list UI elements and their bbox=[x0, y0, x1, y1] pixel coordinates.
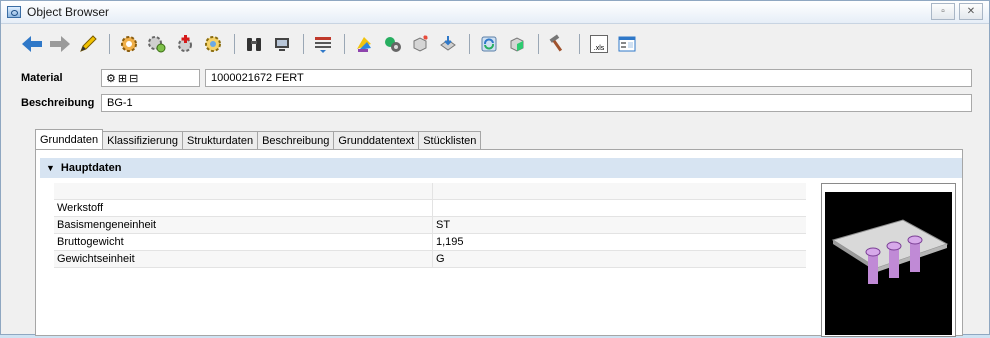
table-row[interactable]: Basismengeneinheit ST bbox=[54, 216, 806, 234]
close-button[interactable]: ✕ bbox=[959, 3, 983, 20]
toolbar-separator bbox=[303, 34, 304, 54]
material-label: Material bbox=[21, 72, 63, 84]
paint-button[interactable] bbox=[353, 33, 375, 55]
xls-export-button[interactable]: .xls bbox=[588, 33, 610, 55]
toolbar-separator bbox=[538, 34, 539, 54]
xls-label: .xls bbox=[593, 45, 605, 52]
binoculars-icon bbox=[247, 38, 261, 51]
tab-stuecklisten[interactable]: Stücklisten bbox=[418, 131, 482, 149]
object-browser-window: Object Browser ▫ ✕ .xls Material ⚙ ⊞ ⊟ 1… bbox=[0, 0, 990, 337]
property-value: ST bbox=[432, 216, 806, 234]
gear-add-icon bbox=[178, 35, 192, 52]
hammer-icon bbox=[549, 34, 563, 52]
toolbar-separator bbox=[234, 34, 235, 54]
monitor-button[interactable] bbox=[271, 33, 293, 55]
material-icon-field[interactable]: ⚙ ⊞ ⊟ bbox=[101, 69, 200, 87]
table-row[interactable]: Werkstoff bbox=[54, 199, 806, 217]
table-row[interactable] bbox=[54, 183, 806, 200]
grunddaten-panel: ▼ Hauptdaten Werkstoff Basismengeneinhei… bbox=[35, 149, 963, 337]
gear-icon bbox=[121, 36, 137, 52]
material-preview-image bbox=[821, 183, 956, 337]
toolbar-separator bbox=[579, 34, 580, 54]
edit-pencil-icon bbox=[80, 35, 97, 52]
property-value: 1,195 bbox=[432, 233, 806, 251]
download-button[interactable] bbox=[437, 33, 459, 55]
structure-icon: ⊞ bbox=[117, 72, 128, 85]
property-value bbox=[432, 199, 806, 217]
cube-button[interactable] bbox=[409, 33, 431, 55]
tools-icon bbox=[385, 37, 401, 52]
search-button[interactable] bbox=[243, 33, 265, 55]
beschreibung-label: Beschreibung bbox=[21, 97, 95, 109]
toolbar-separator bbox=[109, 34, 110, 54]
tab-klassifizierung[interactable]: Klassifizierung bbox=[102, 131, 184, 149]
hierarchy-icon: ⊟ bbox=[129, 72, 139, 85]
part-3d-render-icon bbox=[831, 219, 949, 284]
list-icon bbox=[315, 37, 331, 53]
gear-settings-button[interactable] bbox=[202, 33, 224, 55]
gears-button[interactable] bbox=[146, 33, 168, 55]
green-cube-button[interactable] bbox=[506, 33, 528, 55]
material-value-field[interactable]: 1000021672 FERT bbox=[205, 69, 972, 87]
property-name: Basismengeneinheit bbox=[54, 216, 433, 234]
gear-button[interactable] bbox=[118, 33, 140, 55]
window-title: Object Browser bbox=[27, 5, 110, 19]
property-name: Gewichtseinheit bbox=[54, 250, 433, 268]
property-name bbox=[54, 183, 433, 200]
tab-grunddaten[interactable]: Grunddaten bbox=[35, 129, 104, 149]
beschreibung-field[interactable]: BG-1 bbox=[101, 94, 972, 112]
list-button[interactable] bbox=[312, 33, 334, 55]
section-header-hauptdaten[interactable]: ▼ Hauptdaten bbox=[40, 158, 962, 178]
gear-settings-icon bbox=[205, 36, 221, 52]
report-icon bbox=[618, 36, 636, 52]
collapse-triangle-icon[interactable]: ▼ bbox=[46, 163, 55, 173]
gear-small-icon: ⚙ bbox=[106, 72, 116, 85]
preview-background bbox=[825, 192, 952, 335]
paint-icon bbox=[357, 37, 371, 52]
edit-button[interactable] bbox=[77, 33, 99, 55]
material-row: Material ⚙ ⊞ ⊟ 1000021672 FERT bbox=[21, 69, 972, 87]
restore-icon: ▫ bbox=[941, 6, 945, 17]
download-icon bbox=[440, 36, 456, 51]
cube-icon bbox=[413, 35, 428, 52]
property-value bbox=[432, 183, 806, 200]
hauptdaten-table: Werkstoff Basismengeneinheit ST Bruttoge… bbox=[54, 183, 806, 268]
toolbar-separator bbox=[344, 34, 345, 54]
tab-beschreibung[interactable]: Beschreibung bbox=[257, 131, 335, 149]
title-bar: Object Browser ▫ ✕ bbox=[1, 1, 989, 24]
table-row[interactable]: Gewichtseinheit G bbox=[54, 250, 806, 268]
monitor-icon bbox=[275, 38, 289, 51]
back-button[interactable] bbox=[21, 33, 43, 55]
refresh-icon bbox=[481, 36, 497, 52]
tab-bar: Grunddaten Klassifizierung Strukturdaten… bbox=[35, 129, 482, 149]
toolbar-separator bbox=[469, 34, 470, 54]
toolbar: .xls bbox=[21, 31, 644, 57]
refresh-button[interactable] bbox=[478, 33, 500, 55]
property-name: Bruttogewicht bbox=[54, 233, 433, 251]
green-cube-icon bbox=[510, 37, 524, 52]
gears-icon bbox=[148, 36, 166, 53]
table-row[interactable]: Bruttogewicht 1,195 bbox=[54, 233, 806, 251]
gear-add-button[interactable] bbox=[174, 33, 196, 55]
restore-button[interactable]: ▫ bbox=[931, 3, 955, 20]
property-value: G bbox=[432, 250, 806, 268]
back-arrow-icon bbox=[22, 36, 42, 52]
tab-grunddatentext[interactable]: Grunddatentext bbox=[333, 131, 420, 149]
object-browser-icon bbox=[7, 6, 21, 18]
close-icon: ✕ bbox=[966, 6, 976, 17]
report-button[interactable] bbox=[616, 33, 638, 55]
xls-export-icon: .xls bbox=[590, 35, 608, 53]
tab-strukturdaten[interactable]: Strukturdaten bbox=[182, 131, 259, 149]
property-name: Werkstoff bbox=[54, 199, 433, 217]
tools-button[interactable] bbox=[381, 33, 403, 55]
beschreibung-row: Beschreibung BG-1 bbox=[21, 94, 972, 112]
forward-button[interactable] bbox=[49, 33, 71, 55]
hammer-button[interactable] bbox=[547, 33, 569, 55]
forward-arrow-icon bbox=[50, 36, 70, 52]
section-title: Hauptdaten bbox=[60, 162, 122, 174]
